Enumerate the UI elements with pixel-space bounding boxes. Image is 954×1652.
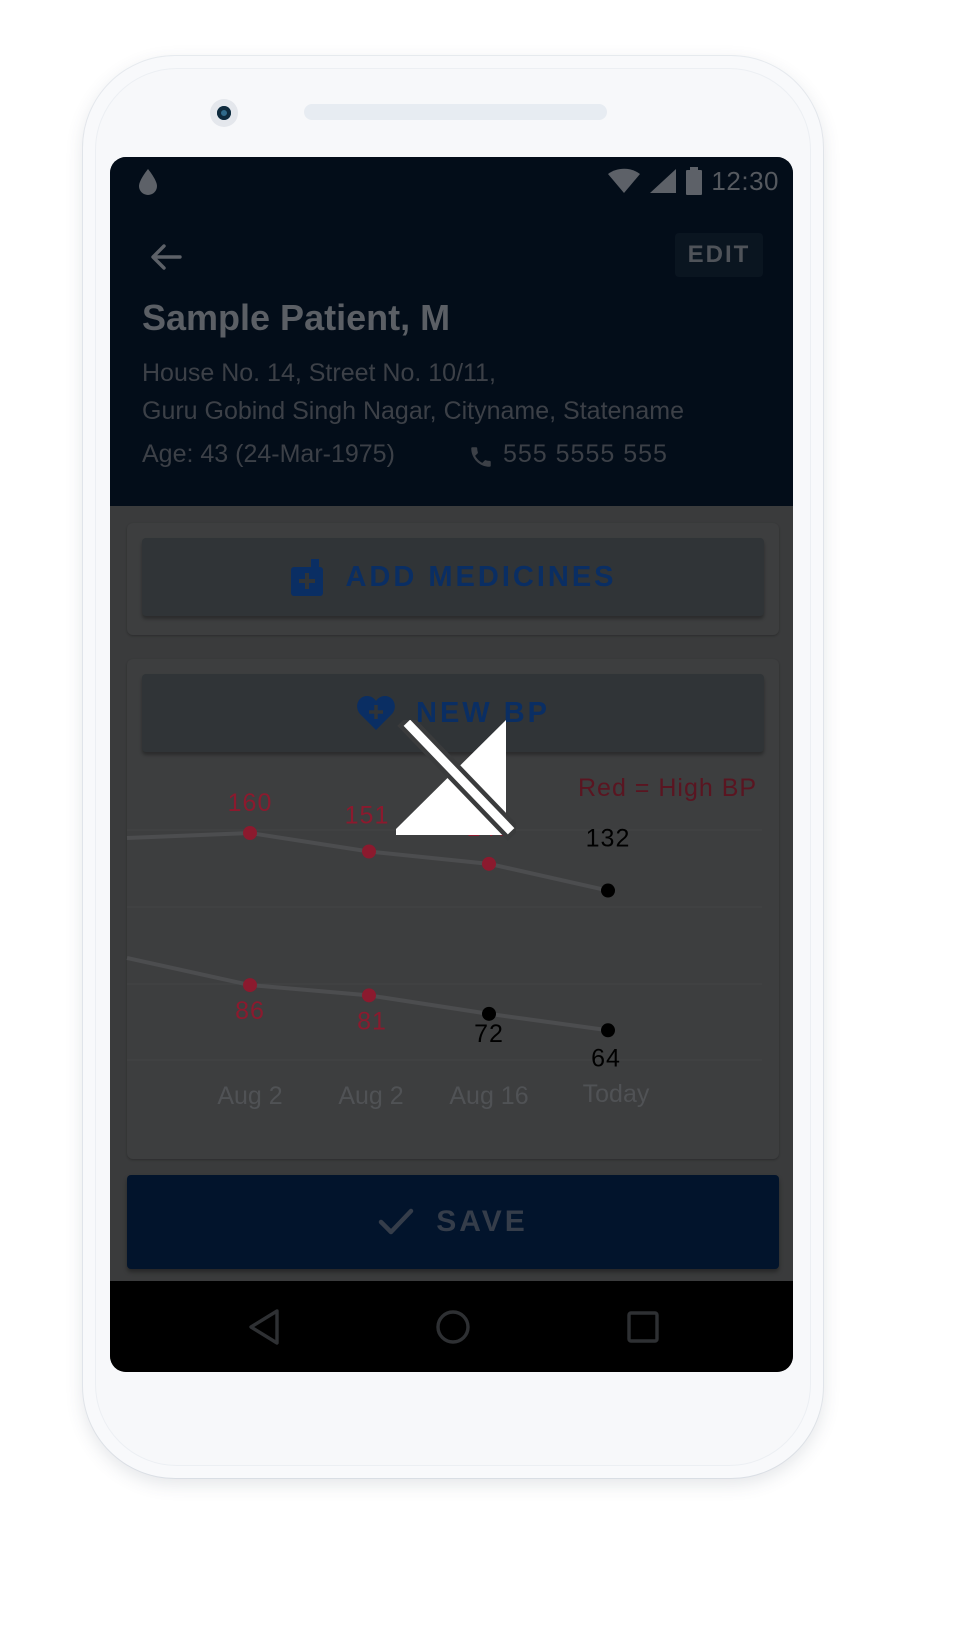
- chart-data-label: 86: [235, 997, 265, 1025]
- chart-data-label: 64: [591, 1044, 621, 1072]
- app-screen: 12:30 EDIT Sample Patient, M House No. 1…: [110, 157, 793, 1372]
- chart-series-line: [126, 831, 609, 893]
- check-icon: [379, 1208, 414, 1235]
- chart-data-label: 72: [474, 1020, 504, 1048]
- home-circle-icon[interactable]: [431, 1305, 475, 1349]
- chart-point: [482, 1006, 496, 1021]
- navigation-bar: [110, 1281, 793, 1372]
- chart-point: [482, 856, 496, 871]
- chart-x-tick-label: Today: [583, 1080, 650, 1108]
- speaker-grille: [304, 104, 607, 120]
- back-triangle-icon[interactable]: [243, 1305, 287, 1349]
- chart-x-tick-label: Aug 2: [338, 1082, 403, 1110]
- chart-point: [362, 988, 376, 1003]
- bp-chart: 16015114513286817264Aug 2Aug 2Aug 16Toda…: [126, 789, 762, 1110]
- chart-data-label: 132: [586, 825, 631, 853]
- chart-data-label: 81: [357, 1007, 387, 1035]
- chart-data-label: 151: [345, 801, 390, 829]
- chart-point: [601, 883, 615, 898]
- chart-x-tick-label: Aug 2: [217, 1082, 282, 1110]
- volume-mute-icon: [396, 720, 516, 841]
- recents-square-icon[interactable]: [621, 1305, 665, 1349]
- save-label: SAVE: [436, 1205, 528, 1238]
- chart-point: [243, 978, 257, 993]
- chart-point: [601, 1023, 615, 1038]
- chart-point: [362, 844, 376, 859]
- chart-point: [243, 826, 257, 840]
- camera-icon: [210, 99, 238, 127]
- save-button[interactable]: SAVE: [127, 1175, 779, 1269]
- chart-x-tick-label: Aug 16: [449, 1082, 528, 1110]
- chart-data-label: 160: [228, 789, 273, 817]
